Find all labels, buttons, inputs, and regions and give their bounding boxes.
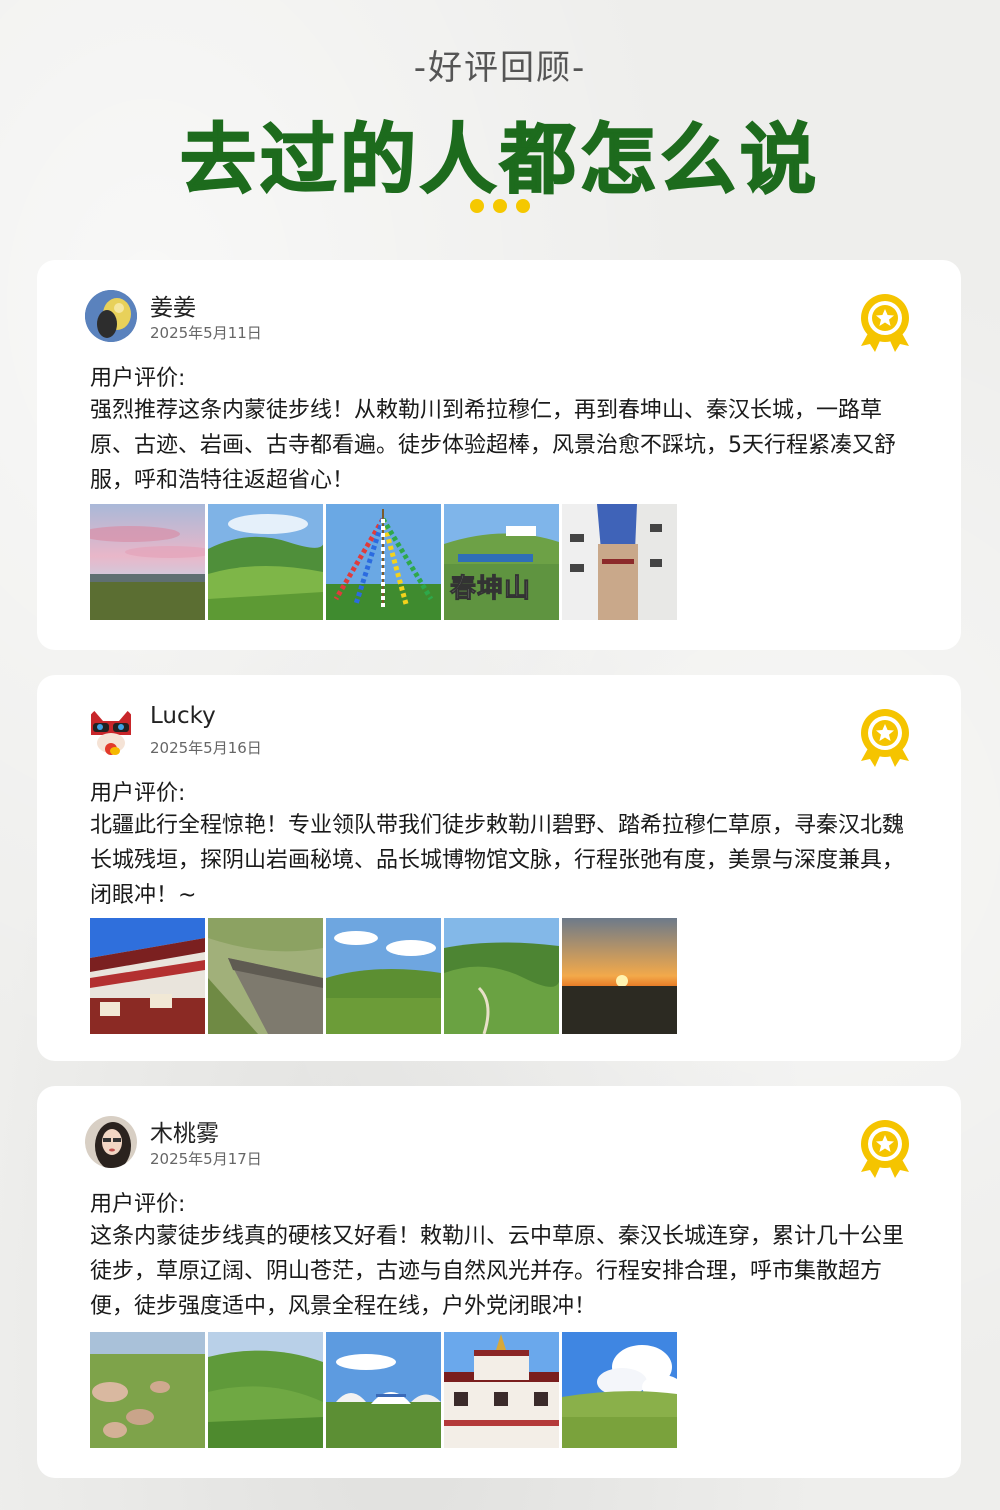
photo-green-slope[interactable] — [208, 1332, 323, 1448]
page-title: 去过的人都怎么说 — [179, 114, 820, 205]
review-label: 用户评价: — [90, 1192, 186, 1217]
user-name: 姜姜 — [150, 295, 196, 321]
avatar[interactable] — [85, 705, 137, 757]
photo-green-hills[interactable] — [208, 504, 323, 620]
award-medal-icon — [857, 707, 913, 769]
user-name: 木桃雾 — [150, 1121, 219, 1147]
photo-row[interactable] — [90, 1332, 677, 1448]
review-date: 2025年5月11日 — [150, 324, 262, 342]
avatar[interactable] — [85, 1116, 137, 1168]
user-name: Lucky — [150, 703, 216, 729]
photo-temple-wall[interactable] — [562, 504, 677, 620]
photo-sunset[interactable] — [562, 918, 677, 1034]
photo-valley-path[interactable] — [444, 918, 559, 1034]
review-card-2: Lucky 2025年5月16日 用户评价: 北疆此行全程惊艳！专业领队带我们徒… — [37, 675, 961, 1061]
review-date: 2025年5月17日 — [150, 1150, 262, 1168]
review-text: 这条内蒙徒步线真的硬核又好看！敕勒川、云中草原、秦汉长城连穿，累计几十公里徒步，… — [90, 1224, 905, 1319]
photo-caption: 春坤山 — [449, 574, 532, 605]
avatar[interactable] — [85, 290, 137, 342]
page-subtitle: -好评回顾- — [413, 48, 587, 88]
review-label: 用户评价: — [90, 366, 186, 391]
photo-rocky-hillside[interactable] — [90, 1332, 205, 1448]
review-card-1: 姜姜 2025年5月11日 用户评价: 强烈推荐这条内蒙徒步线！从敕勒川到希拉穆… — [37, 260, 961, 650]
award-medal-icon — [857, 292, 913, 354]
photo-prayer-flags[interactable] — [326, 504, 441, 620]
dot-3 — [516, 199, 530, 213]
dot-2 — [493, 199, 507, 213]
photo-grassland-hill[interactable] — [326, 918, 441, 1034]
photo-sunset-sky[interactable] — [90, 504, 205, 620]
review-text: 北疆此行全程惊艳！专业领队带我们徒步敕勒川碧野、踏希拉穆仁草原，寻秦汉北魏长城残… — [90, 813, 905, 908]
photo-row[interactable] — [90, 918, 677, 1034]
photo-temple-roof[interactable] — [90, 918, 205, 1034]
photo-chunkun-mountain[interactable]: 春坤山 — [444, 504, 559, 620]
photo-ancient-wall[interactable] — [208, 918, 323, 1034]
title-dots — [470, 199, 530, 213]
dot-1 — [470, 199, 484, 213]
review-card-3: 木桃雾 2025年5月17日 用户评价: 这条内蒙徒步线真的硬核又好看！敕勒川、… — [37, 1086, 961, 1478]
page-header: -好评回顾- 去过的人都怎么说 — [0, 0, 1000, 240]
review-date: 2025年5月16日 — [150, 739, 262, 757]
review-label: 用户评价: — [90, 781, 186, 806]
award-medal-icon — [857, 1118, 913, 1180]
photo-monastery[interactable] — [444, 1332, 559, 1448]
photo-clouds-meadow[interactable] — [562, 1332, 677, 1448]
photo-row: 春坤山 — [90, 504, 677, 620]
review-text: 强烈推荐这条内蒙徒步线！从敕勒川到希拉穆仁，再到春坤山、秦汉长城，一路草原、古迹… — [90, 398, 896, 493]
photo-yurts[interactable] — [326, 1332, 441, 1448]
